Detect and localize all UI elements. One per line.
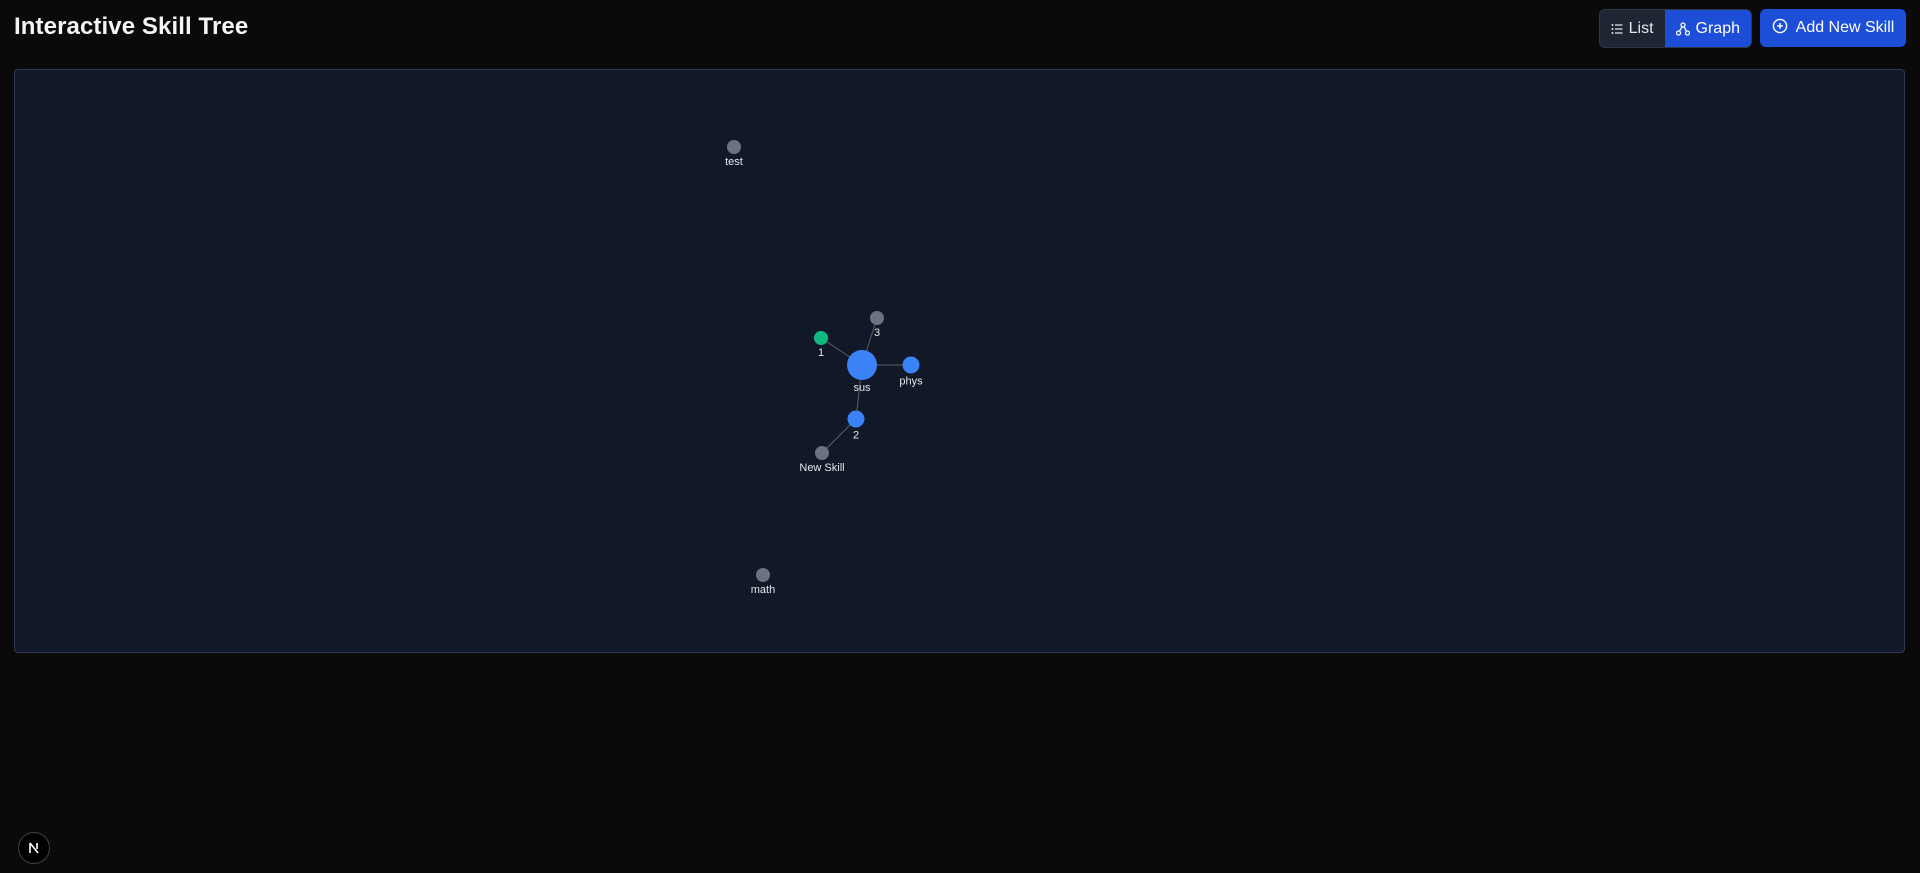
view-toggle: List Graph	[1598, 9, 1752, 48]
skill-node-phys[interactable]: phys	[899, 356, 923, 388]
skill-node-label: 2	[853, 430, 859, 442]
skill-node-2[interactable]: 2	[847, 410, 865, 442]
skill-node-label: sus	[853, 382, 871, 394]
skill-node-label: 1	[818, 347, 824, 359]
skill-node-circle[interactable]	[902, 356, 920, 374]
graph-view-button[interactable]: Graph	[1664, 10, 1751, 47]
skill-node-label: 3	[874, 327, 880, 339]
skill-node-circle[interactable]	[756, 568, 770, 582]
skill-node-circle[interactable]	[727, 140, 741, 154]
skill-node-label: math	[751, 584, 775, 596]
graph-icon	[1675, 21, 1690, 36]
next-logo-icon[interactable]	[18, 832, 50, 864]
list-icon	[1611, 23, 1623, 35]
add-new-skill-button[interactable]: Add New Skill	[1760, 9, 1906, 47]
graph-nodes: test 3 1 sus phys 2 New Skill math	[725, 140, 923, 596]
skill-node-circle[interactable]	[847, 410, 865, 428]
skill-node-test[interactable]: test	[725, 140, 743, 168]
skill-node-circle[interactable]	[815, 446, 829, 460]
skill-node-math[interactable]: math	[751, 568, 775, 596]
plus-circle-icon	[1772, 18, 1788, 39]
skill-node-circle[interactable]	[847, 350, 877, 380]
skill-node-1[interactable]: 1	[814, 331, 828, 359]
page-title: Interactive Skill Tree	[14, 13, 249, 40]
list-view-label: List	[1628, 19, 1654, 37]
skill-graph-canvas[interactable]: test 3 1 sus phys 2 New Skill math	[14, 69, 1905, 653]
skill-node-sus[interactable]: sus	[847, 350, 877, 394]
skill-node-circle[interactable]	[814, 331, 828, 345]
header: Interactive Skill Tree List Graph Add Ne…	[14, 0, 1906, 56]
skill-node-new-skill[interactable]: New Skill	[799, 446, 845, 474]
skill-node-label: phys	[899, 376, 923, 388]
list-view-button[interactable]: List	[1600, 10, 1665, 47]
skill-graph-svg[interactable]: test 3 1 sus phys 2 New Skill math	[15, 70, 1906, 654]
graph-view-label: Graph	[1695, 19, 1740, 37]
skill-node-circle[interactable]	[870, 311, 884, 325]
skill-node-label: New Skill	[799, 462, 844, 474]
skill-node-label: test	[725, 156, 743, 168]
add-new-skill-label: Add New Skill	[1795, 19, 1895, 36]
